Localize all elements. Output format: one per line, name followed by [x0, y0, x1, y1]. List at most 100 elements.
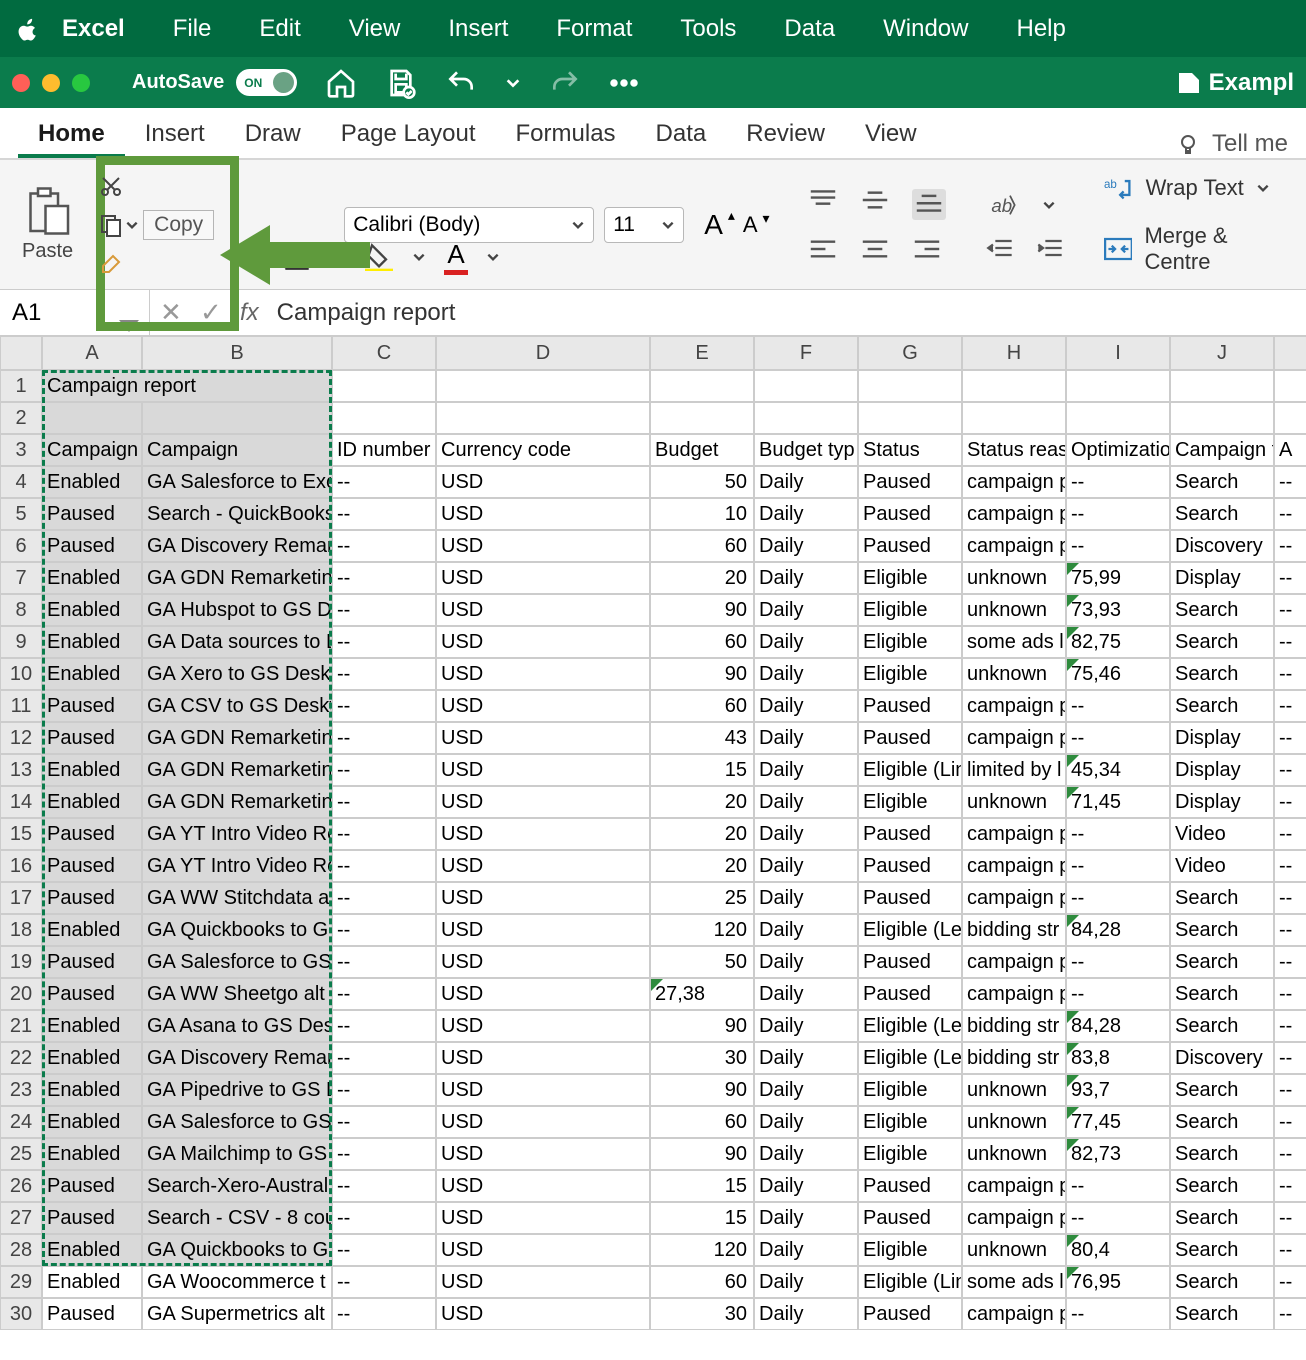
- cell-row1[interactable]: [754, 370, 858, 402]
- column-header-D[interactable]: D: [436, 336, 650, 370]
- column-header-k[interactable]: [1274, 336, 1306, 370]
- align-middle-icon[interactable]: [860, 189, 890, 211]
- cell-f16[interactable]: Daily: [754, 850, 858, 882]
- cell-e9[interactable]: 60: [650, 626, 754, 658]
- cell-j19[interactable]: Search: [1170, 946, 1274, 978]
- cell-header-i[interactable]: Optimizatio: [1066, 434, 1170, 466]
- cell-h17[interactable]: campaign p: [962, 882, 1066, 914]
- row-header-2[interactable]: 2: [0, 402, 42, 434]
- cell-a12[interactable]: Paused: [42, 722, 142, 754]
- cell-c16[interactable]: --: [332, 850, 436, 882]
- font-color-dropdown-icon[interactable]: [486, 250, 500, 264]
- cell-b24[interactable]: GA Salesforce to GS: [142, 1106, 332, 1138]
- cell-a7[interactable]: Enabled: [42, 562, 142, 594]
- cell-b5[interactable]: Search - QuickBooks: [142, 498, 332, 530]
- cell-e20[interactable]: 27,38: [650, 978, 754, 1010]
- cell-g20[interactable]: Paused: [858, 978, 962, 1010]
- cell-i21[interactable]: 84,28: [1066, 1010, 1170, 1042]
- cell-d22[interactable]: USD: [436, 1042, 650, 1074]
- column-header-A[interactable]: A: [42, 336, 142, 370]
- cell-b29[interactable]: GA Woocommerce t: [142, 1266, 332, 1298]
- cell-j13[interactable]: Display: [1170, 754, 1274, 786]
- cell-c9[interactable]: --: [332, 626, 436, 658]
- menu-view[interactable]: View: [325, 15, 425, 43]
- cell-a14[interactable]: Enabled: [42, 786, 142, 818]
- row-header-9[interactable]: 9: [0, 626, 42, 658]
- cell-k5[interactable]: --: [1274, 498, 1306, 530]
- align-right-icon[interactable]: [912, 238, 942, 260]
- cell-i15[interactable]: --: [1066, 818, 1170, 850]
- cell-g5[interactable]: Paused: [858, 498, 962, 530]
- menu-tools[interactable]: Tools: [656, 15, 760, 43]
- cell-i8[interactable]: 73,93: [1066, 594, 1170, 626]
- cell-d21[interactable]: USD: [436, 1010, 650, 1042]
- cell-i27[interactable]: --: [1066, 1202, 1170, 1234]
- row-header-27[interactable]: 27: [0, 1202, 42, 1234]
- cell-row2[interactable]: [754, 402, 858, 434]
- menu-app-name[interactable]: Excel: [56, 15, 149, 43]
- cell-d24[interactable]: USD: [436, 1106, 650, 1138]
- cell-header-k[interactable]: A: [1274, 434, 1306, 466]
- cell-h28[interactable]: unknown: [962, 1234, 1066, 1266]
- cell-h21[interactable]: bidding str: [962, 1010, 1066, 1042]
- cell-a1[interactable]: Campaign report: [42, 370, 332, 402]
- cell-k6[interactable]: --: [1274, 530, 1306, 562]
- column-header-E[interactable]: E: [650, 336, 754, 370]
- cell-e12[interactable]: 43: [650, 722, 754, 754]
- cell-k27[interactable]: --: [1274, 1202, 1306, 1234]
- row-header-24[interactable]: 24: [0, 1106, 42, 1138]
- cell-b18[interactable]: GA Quickbooks to G: [142, 914, 332, 946]
- cell-i18[interactable]: 84,28: [1066, 914, 1170, 946]
- cell-f13[interactable]: Daily: [754, 754, 858, 786]
- cell-e28[interactable]: 120: [650, 1234, 754, 1266]
- cell-i13[interactable]: 45,34: [1066, 754, 1170, 786]
- cell-j28[interactable]: Search: [1170, 1234, 1274, 1266]
- cell-h27[interactable]: campaign p: [962, 1202, 1066, 1234]
- cell-g14[interactable]: Eligible: [858, 786, 962, 818]
- cell-a11[interactable]: Paused: [42, 690, 142, 722]
- cell-d23[interactable]: USD: [436, 1074, 650, 1106]
- cell-f10[interactable]: Daily: [754, 658, 858, 690]
- cell-h15[interactable]: campaign p: [962, 818, 1066, 850]
- cell-k26[interactable]: --: [1274, 1170, 1306, 1202]
- cell-h24[interactable]: unknown: [962, 1106, 1066, 1138]
- cell-row1[interactable]: [332, 370, 436, 402]
- cell-a17[interactable]: Paused: [42, 882, 142, 914]
- cancel-edit-icon[interactable]: ✕: [150, 297, 190, 328]
- cell-g9[interactable]: Eligible: [858, 626, 962, 658]
- cell-row2[interactable]: [332, 402, 436, 434]
- cell-header-b[interactable]: Campaign: [142, 434, 332, 466]
- cell-j22[interactable]: Discovery: [1170, 1042, 1274, 1074]
- menu-window[interactable]: Window: [859, 15, 992, 43]
- cell-h29[interactable]: some ads li: [962, 1266, 1066, 1298]
- cell-h11[interactable]: campaign p: [962, 690, 1066, 722]
- confirm-edit-icon[interactable]: ✓: [190, 297, 230, 328]
- fill-dropdown-icon[interactable]: [412, 250, 426, 264]
- merge-centre-button[interactable]: Merge & Centre: [1104, 223, 1294, 275]
- cell-a30[interactable]: Paused: [42, 1298, 142, 1330]
- cell-j18[interactable]: Search: [1170, 914, 1274, 946]
- name-box[interactable]: A1: [0, 290, 150, 336]
- cell-a10[interactable]: Enabled: [42, 658, 142, 690]
- cell-e19[interactable]: 50: [650, 946, 754, 978]
- cell-row2[interactable]: [1274, 402, 1306, 434]
- cell-h9[interactable]: some ads li: [962, 626, 1066, 658]
- cell-row1[interactable]: [962, 370, 1066, 402]
- cell-i10[interactable]: 75,46: [1066, 658, 1170, 690]
- cell-b30[interactable]: GA Supermetrics alt: [142, 1298, 332, 1330]
- cell-b13[interactable]: GA GDN Remarketin: [142, 754, 332, 786]
- cell-f5[interactable]: Daily: [754, 498, 858, 530]
- copy-dropdown-icon[interactable]: [125, 218, 139, 232]
- cell-h16[interactable]: campaign p: [962, 850, 1066, 882]
- menu-format[interactable]: Format: [532, 15, 656, 43]
- cell-header-j[interactable]: Campaign t: [1170, 434, 1274, 466]
- cell-b11[interactable]: GA CSV to GS Desktc: [142, 690, 332, 722]
- row-header-1[interactable]: 1: [0, 370, 42, 402]
- zoom-window-button[interactable]: [72, 74, 90, 92]
- row-header-18[interactable]: 18: [0, 914, 42, 946]
- row-header-28[interactable]: 28: [0, 1234, 42, 1266]
- cell-e25[interactable]: 90: [650, 1138, 754, 1170]
- row-header-13[interactable]: 13: [0, 754, 42, 786]
- cell-g22[interactable]: Eligible (Lea: [858, 1042, 962, 1074]
- format-painter-icon[interactable]: [97, 252, 125, 276]
